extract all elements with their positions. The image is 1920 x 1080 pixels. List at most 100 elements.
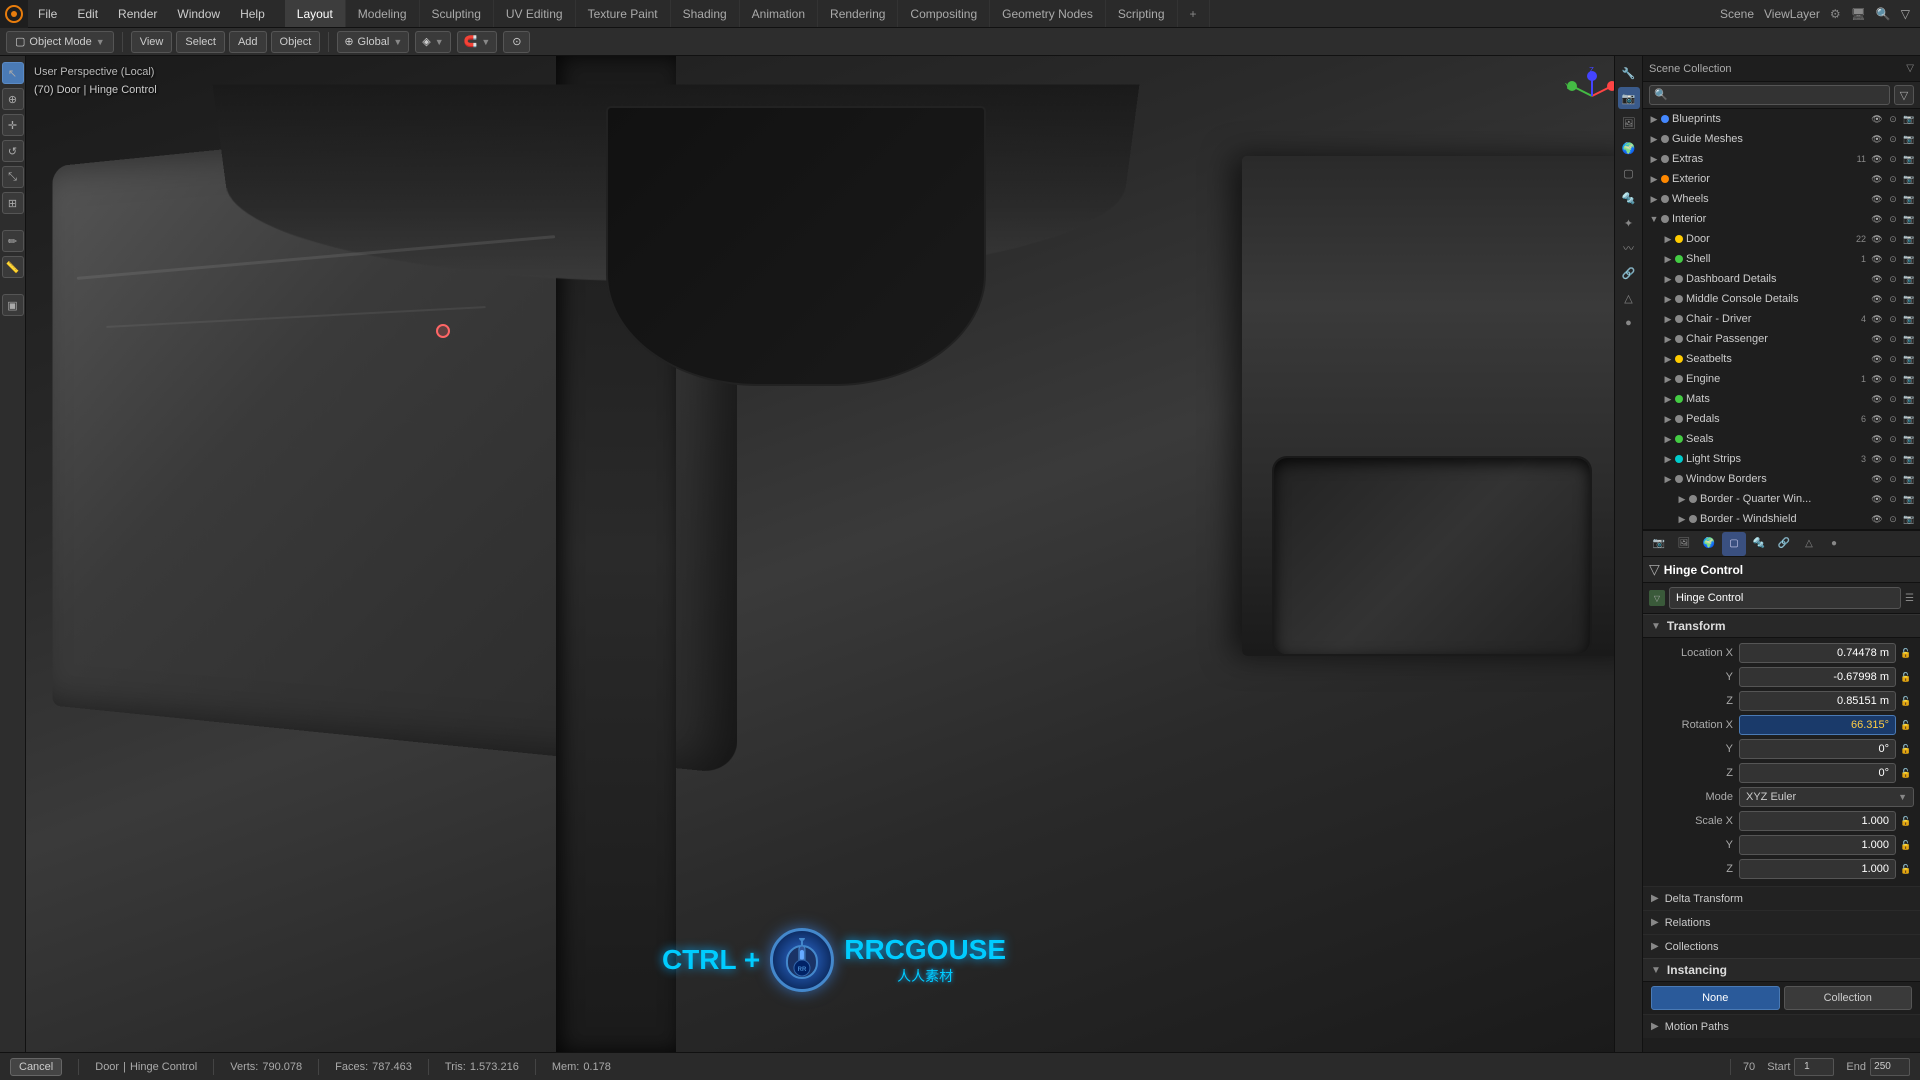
viewport-gizmo[interactable]: X Y Z <box>1562 66 1622 126</box>
outliner-item-border-windshield[interactable]: ▶ Border - Windshield 👁 ⊙ 📷 <box>1643 509 1920 529</box>
visibility-btn[interactable]: 👁 <box>1870 172 1884 186</box>
pivot-dropdown[interactable]: ◈ ▼ <box>415 31 450 53</box>
tab-scripting[interactable]: Scripting <box>1106 0 1178 27</box>
outliner-item-chair-driver[interactable]: ▶ Chair - Driver 4 👁 ⊙ 📷 <box>1643 309 1920 329</box>
location-z-lock[interactable]: 🔓 <box>1898 691 1914 711</box>
scale-x-input[interactable] <box>1739 811 1896 831</box>
expand-arrow[interactable]: ▶ <box>1661 274 1675 285</box>
rotation-y-lock[interactable]: 🔓 <box>1898 739 1914 759</box>
tab-add[interactable]: + <box>1178 0 1210 27</box>
delta-transform-section[interactable]: ▶ Delta Transform <box>1643 886 1920 910</box>
outliner-item-door[interactable]: ▶ Door 22 👁 ⊙ 📷 <box>1643 229 1920 249</box>
rotation-x-lock[interactable]: 🔓 <box>1898 715 1914 735</box>
tab-sculpting[interactable]: Sculpting <box>420 0 494 27</box>
select-menu-btn[interactable]: Select <box>176 31 225 53</box>
props-tab-material[interactable]: ● <box>1822 532 1846 556</box>
world-props-btn[interactable]: 🌍 <box>1618 137 1640 159</box>
instancing-collection-btn[interactable]: Collection <box>1784 986 1913 1010</box>
outliner-item-blueprints[interactable]: ▶ Blueprints 👁 ⊙ 📷 <box>1643 109 1920 129</box>
object-name-field[interactable] <box>1669 587 1901 609</box>
selectable-btn[interactable]: ⊙ <box>1886 472 1900 486</box>
visibility-btn[interactable]: 👁 <box>1870 252 1884 266</box>
cursor-tool-btn[interactable]: ⊕ <box>2 88 24 110</box>
instancing-none-btn[interactable]: None <box>1651 986 1780 1010</box>
render-btn[interactable]: 📷 <box>1902 332 1916 346</box>
visibility-btn[interactable]: 👁 <box>1870 212 1884 226</box>
instancing-section-header[interactable]: ▼ Instancing <box>1643 958 1920 982</box>
scale-z-lock[interactable]: 🔓 <box>1898 859 1914 879</box>
visibility-btn[interactable]: 👁 <box>1870 112 1884 126</box>
selectable-btn[interactable]: ⊙ <box>1886 172 1900 186</box>
particles-props-btn[interactable]: ✦ <box>1618 212 1640 234</box>
proportional-edit-btn[interactable]: ⊙ <box>503 31 530 53</box>
add-primitive-btn[interactable]: ▣ <box>2 294 24 316</box>
outliner-item-light-strips[interactable]: ▶ Light Strips 3 👁 ⊙ 📷 <box>1643 449 1920 469</box>
outliner-item-interior[interactable]: ▼ Interior 👁 ⊙ 📷 <box>1643 209 1920 229</box>
render-btn[interactable]: 📷 <box>1902 152 1916 166</box>
collections-section[interactable]: ▶ Collections <box>1643 934 1920 958</box>
visibility-btn[interactable]: 👁 <box>1870 512 1884 526</box>
outliner-item-window-borders[interactable]: ▶ Window Borders 👁 ⊙ 📷 <box>1643 469 1920 489</box>
add-menu-btn[interactable]: Add <box>229 31 267 53</box>
tab-shading[interactable]: Shading <box>671 0 740 27</box>
cancel-button[interactable]: Cancel <box>10 1058 62 1076</box>
mode-menu-btn[interactable]: ▢ Object Mode ▼ <box>6 31 114 53</box>
move-tool-btn[interactable]: ✛ <box>2 114 24 136</box>
outliner-item-dashboard[interactable]: ▶ Dashboard Details 👁 ⊙ 📷 <box>1643 269 1920 289</box>
scale-y-lock[interactable]: 🔓 <box>1898 835 1914 855</box>
outliner-item-engine[interactable]: ▶ Engine 1 👁 ⊙ 📷 <box>1643 369 1920 389</box>
annotate-tool-btn[interactable]: ✏ <box>2 230 24 252</box>
render-btn[interactable]: 📷 <box>1902 132 1916 146</box>
outliner-item-chair-passenger[interactable]: ▶ Chair Passenger 👁 ⊙ 📷 <box>1643 329 1920 349</box>
props-tab-object[interactable]: ▢ <box>1722 532 1746 556</box>
expand-arrow[interactable]: ▶ <box>1647 154 1661 165</box>
visibility-btn[interactable]: 👁 <box>1870 472 1884 486</box>
relations-section[interactable]: ▶ Relations <box>1643 910 1920 934</box>
props-tab-modifier[interactable]: 🔩 <box>1747 532 1771 556</box>
outliner-item-border-quarter[interactable]: ▶ Border - Quarter Win... 👁 ⊙ 📷 <box>1643 489 1920 509</box>
expand-arrow[interactable]: ▶ <box>1647 114 1661 125</box>
object-data-props-btn[interactable]: △ <box>1618 287 1640 309</box>
props-tab-data[interactable]: △ <box>1797 532 1821 556</box>
outliner-item-pedals[interactable]: ▶ Pedals 6 👁 ⊙ 📷 <box>1643 409 1920 429</box>
scale-tool-btn[interactable]: ⤡ <box>2 166 24 188</box>
props-tab-scene[interactable]: 📷 <box>1647 532 1671 556</box>
end-frame-input[interactable] <box>1870 1058 1910 1076</box>
expand-arrow[interactable]: ▶ <box>1661 434 1675 445</box>
expand-arrow[interactable]: ▶ <box>1661 254 1675 265</box>
tab-rendering[interactable]: Rendering <box>818 0 898 27</box>
menu-file[interactable]: File <box>28 0 67 27</box>
selectable-btn[interactable]: ⊙ <box>1886 412 1900 426</box>
rotation-z-lock[interactable]: 🔓 <box>1898 763 1914 783</box>
expand-arrow[interactable]: ▶ <box>1661 314 1675 325</box>
render-btn[interactable]: 📷 <box>1902 272 1916 286</box>
view-layer-selector[interactable]: ViewLayer <box>1764 7 1820 21</box>
tab-texture-paint[interactable]: Texture Paint <box>576 0 671 27</box>
select-tool-btn[interactable]: ↖ <box>2 62 24 84</box>
expand-arrow[interactable]: ▼ <box>1647 214 1661 224</box>
rotation-y-input[interactable] <box>1739 739 1896 759</box>
selectable-btn[interactable]: ⊙ <box>1886 452 1900 466</box>
selectable-btn[interactable]: ⊙ <box>1886 372 1900 386</box>
render-btn[interactable]: 📷 <box>1902 492 1916 506</box>
selectable-btn[interactable]: ⊙ <box>1886 292 1900 306</box>
menu-window[interactable]: Window <box>167 0 230 27</box>
start-frame-input[interactable] <box>1794 1058 1834 1076</box>
selectable-btn[interactable]: ⊙ <box>1886 512 1900 526</box>
selectable-btn[interactable]: ⊙ <box>1886 132 1900 146</box>
visibility-btn[interactable]: 👁 <box>1870 492 1884 506</box>
tab-modeling[interactable]: Modeling <box>346 0 420 27</box>
location-x-input[interactable] <box>1739 643 1896 663</box>
outliner-item-middle-console[interactable]: ▶ Middle Console Details 👁 ⊙ 📷 <box>1643 289 1920 309</box>
scale-x-lock[interactable]: 🔓 <box>1898 811 1914 831</box>
render-btn[interactable]: 📷 <box>1902 112 1916 126</box>
selectable-btn[interactable]: ⊙ <box>1886 112 1900 126</box>
constraints-props-btn[interactable]: 🔗 <box>1618 262 1640 284</box>
outliner-item-seatbelts[interactable]: ▶ Seatbelts 👁 ⊙ 📷 <box>1643 349 1920 369</box>
outliner-item-mats[interactable]: ▶ Mats 👁 ⊙ 📷 <box>1643 389 1920 409</box>
expand-arrow[interactable]: ▶ <box>1661 234 1675 245</box>
tab-layout[interactable]: Layout <box>285 0 346 27</box>
expand-arrow[interactable]: ▶ <box>1661 294 1675 305</box>
outliner-item-shell[interactable]: ▶ Shell 1 👁 ⊙ 📷 <box>1643 249 1920 269</box>
render-btn[interactable]: 📷 <box>1902 292 1916 306</box>
